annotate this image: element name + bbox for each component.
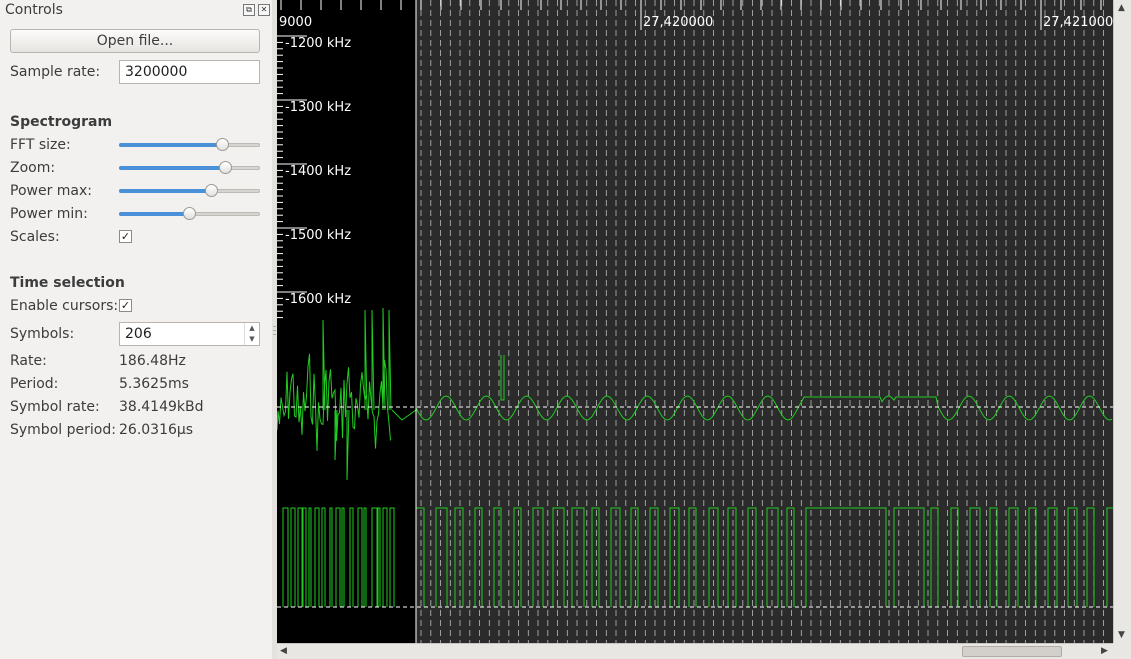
freq-label: -1600 kHz xyxy=(285,292,351,307)
period-label: Period: xyxy=(10,376,59,392)
freq-label: -1500 kHz xyxy=(285,228,351,243)
splitter-grip xyxy=(273,326,276,327)
splitter-grip xyxy=(273,334,276,335)
plot-canvas[interactable]: 9000 27,420000 27,421000 -1200 kHz -1300… xyxy=(277,0,1113,643)
time-selection-header: Time selection xyxy=(10,275,125,291)
spin-down-icon[interactable]: ▼ xyxy=(245,334,259,345)
close-dock-icon[interactable]: ✕ xyxy=(258,4,270,16)
sample-rate-label: Sample rate: xyxy=(10,64,101,80)
scales-label: Scales: xyxy=(10,229,60,245)
time-tick-label: 27,420000 xyxy=(643,15,713,30)
power-min-slider[interactable] xyxy=(119,207,260,220)
power-min-label: Power min: xyxy=(10,206,88,222)
spectrogram-plot[interactable]: 9000 27,420000 27,421000 -1200 kHz -1300… xyxy=(277,0,1113,643)
period-value: 5.3625ms xyxy=(119,376,189,392)
splitter-grip xyxy=(273,330,276,331)
scroll-right-icon[interactable]: ▶ xyxy=(1101,646,1108,656)
symbols-value: 206 xyxy=(125,326,152,342)
freq-label: -1200 kHz xyxy=(285,36,351,51)
scales-checkbox[interactable]: ✓ xyxy=(119,230,132,243)
scroll-corner xyxy=(1113,643,1131,659)
symbols-spinbox[interactable]: 206 ▲ ▼ xyxy=(119,322,260,346)
vertical-scrollbar[interactable]: ▲ ▼ xyxy=(1113,0,1131,643)
time-tick-label: 27,421000 xyxy=(1043,15,1113,30)
scroll-down-icon[interactable]: ▼ xyxy=(1118,630,1125,640)
rate-value: 186.48Hz xyxy=(119,353,186,369)
controls-dock: Controls ⧉ ✕ Open file... Sample rate: 3… xyxy=(0,0,273,659)
time-tick-label: 9000 xyxy=(279,15,312,30)
fft-size-slider[interactable] xyxy=(119,138,260,151)
float-dock-icon[interactable]: ⧉ xyxy=(243,4,255,16)
enable-cursors-checkbox[interactable]: ✓ xyxy=(119,299,132,312)
enable-cursors-label: Enable cursors: xyxy=(10,298,119,314)
scroll-up-icon[interactable]: ▲ xyxy=(1118,3,1125,13)
symbol-rate-value: 38.4149kBd xyxy=(119,399,204,415)
symbols-label: Symbols: xyxy=(10,326,75,342)
freq-label: -1400 kHz xyxy=(285,164,351,179)
horizontal-scrollbar[interactable]: ◀ ▶ xyxy=(277,643,1113,659)
power-max-slider[interactable] xyxy=(119,184,260,197)
symbol-rate-label: Symbol rate: xyxy=(10,399,100,415)
scroll-left-icon[interactable]: ◀ xyxy=(280,646,287,656)
zoom-label: Zoom: xyxy=(10,160,56,176)
rate-label: Rate: xyxy=(10,353,47,369)
power-max-label: Power max: xyxy=(10,183,92,199)
spectrogram-header: Spectrogram xyxy=(10,114,113,130)
sample-rate-input[interactable]: 3200000 xyxy=(119,60,260,84)
open-file-button[interactable]: Open file... xyxy=(10,29,260,53)
freq-label: -1300 kHz xyxy=(285,100,351,115)
dock-title: Controls xyxy=(5,2,63,18)
zoom-slider[interactable] xyxy=(119,161,260,174)
spin-up-icon[interactable]: ▲ xyxy=(245,323,259,334)
scroll-thumb[interactable] xyxy=(962,646,1062,657)
symbol-period-value: 26.0316µs xyxy=(119,422,194,438)
fft-size-label: FFT size: xyxy=(10,137,71,153)
symbol-period-label: Symbol period: xyxy=(10,422,116,438)
